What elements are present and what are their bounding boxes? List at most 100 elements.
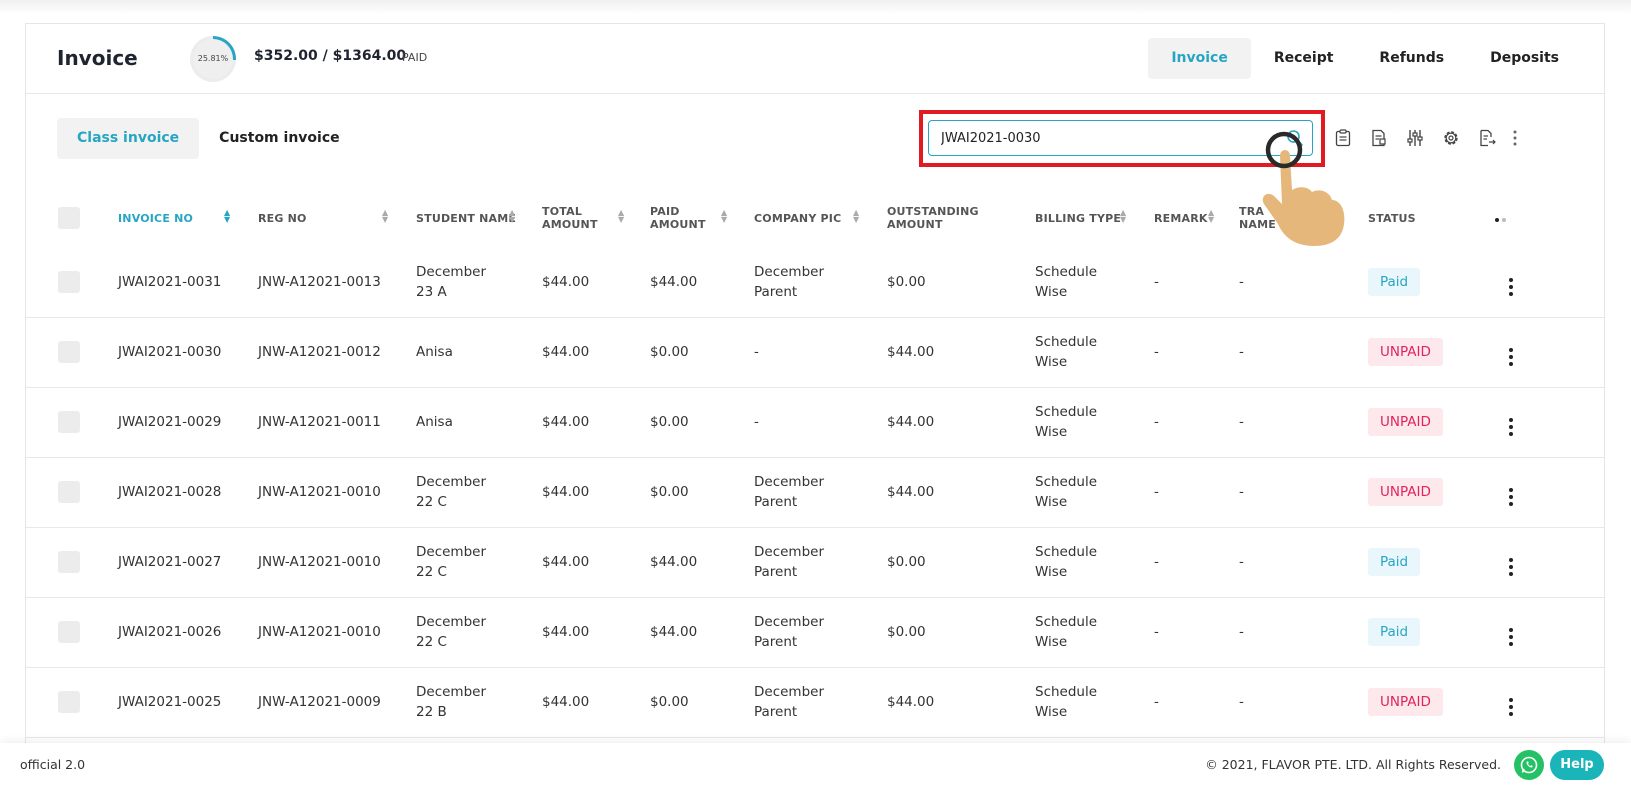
gear-icon[interactable] bbox=[1433, 126, 1469, 150]
paid-amount-summary: $352.00 / $1364.00 bbox=[254, 48, 407, 64]
invoice-no-cell[interactable]: JWAI2021-0027 bbox=[118, 527, 258, 598]
tab-deposits[interactable]: Deposits bbox=[1467, 38, 1582, 79]
sort-icon[interactable]: ▲ ▼ bbox=[721, 209, 727, 224]
billing-type-cell: Schedule Wise bbox=[1035, 317, 1154, 388]
table-row[interactable]: JWAI2021-0029 JNW-A12021-0011 Anisa $44.00 $… bbox=[26, 387, 1604, 458]
whatsapp-icon[interactable] bbox=[1514, 750, 1544, 780]
row-checkbox[interactable] bbox=[58, 270, 80, 293]
row-checkbox[interactable] bbox=[58, 691, 80, 713]
billing-type-line: Wise bbox=[1035, 494, 1068, 510]
table-row[interactable]: JWAI2021-0026 JNW-A12021-0010 December 22 C… bbox=[26, 597, 1604, 668]
row-checkbox[interactable] bbox=[58, 551, 80, 573]
page-title: Invoice bbox=[57, 46, 138, 70]
sort-icon[interactable]: ▲ ▼ bbox=[382, 209, 388, 224]
reg-no-cell: JNW-A12021-0013 bbox=[258, 247, 416, 318]
student-name-cell: Anisa bbox=[416, 387, 542, 458]
status-badge: UNPAID bbox=[1368, 688, 1443, 716]
billing-type-line: Schedule bbox=[1035, 614, 1098, 630]
copyright-text: © 2021, FLAVOR PTE. LTD. All Rights Rese… bbox=[1205, 757, 1501, 772]
report-icon[interactable] bbox=[1361, 126, 1397, 150]
more-vertical-icon[interactable] bbox=[1505, 126, 1525, 150]
company-pic-line: Parent bbox=[754, 704, 798, 720]
table-row[interactable]: JWAI2021-0027 JNW-A12021-0010 December 22 C… bbox=[26, 527, 1604, 598]
reg-no-cell: JNW-A12021-0012 bbox=[258, 317, 416, 388]
col-tra-name[interactable]: TRA NAME bbox=[1239, 189, 1368, 247]
col-invoice-no[interactable]: INVOICE NO ▲ ▼ bbox=[118, 189, 258, 247]
col-status-label: STATUS bbox=[1368, 211, 1416, 225]
select-all-checkbox[interactable] bbox=[58, 207, 80, 229]
table-row[interactable]: JWAI2021-0031 JNW-A12021-0013 December 23 A… bbox=[26, 247, 1604, 318]
row-more-icon[interactable] bbox=[1501, 488, 1521, 506]
billing-type-cell: Schedule Wise bbox=[1035, 457, 1154, 528]
company-pic-line: Parent bbox=[754, 494, 798, 510]
company-pic-cell: December Parent bbox=[754, 597, 887, 668]
tab-refunds[interactable]: Refunds bbox=[1356, 38, 1467, 79]
search-input[interactable] bbox=[941, 121, 1261, 155]
col-paid-amount-label: AMOUNT bbox=[650, 218, 706, 231]
row-more-icon[interactable] bbox=[1501, 418, 1521, 436]
row-more-icon[interactable] bbox=[1501, 277, 1521, 296]
invoice-no-cell[interactable]: JWAI2021-0025 bbox=[118, 667, 258, 738]
row-checkbox[interactable] bbox=[58, 341, 80, 363]
col-company-pic[interactable]: COMPANY PIC ▲ ▼ bbox=[754, 189, 887, 247]
col-student-name[interactable]: STUDENT NAME ▲ ▼ bbox=[416, 189, 542, 247]
sliders-icon[interactable] bbox=[1397, 126, 1433, 150]
col-paid-amount-label: PAID bbox=[650, 205, 680, 218]
billing-type-line: Schedule bbox=[1035, 544, 1098, 560]
row-select-cell bbox=[26, 247, 118, 318]
total-amount-cell: $44.00 bbox=[542, 527, 650, 598]
table-row[interactable]: JWAI2021-0025 JNW-A12021-0009 December 22 B… bbox=[26, 667, 1604, 738]
sort-icon[interactable]: ▲ ▼ bbox=[853, 209, 859, 224]
sort-icon[interactable]: ▲ ▼ bbox=[224, 209, 230, 224]
export-file-icon[interactable] bbox=[1469, 126, 1505, 150]
invoice-no-cell[interactable]: JWAI2021-0028 bbox=[118, 457, 258, 528]
col-status[interactable]: STATUS bbox=[1368, 189, 1489, 247]
invoice-no-cell[interactable]: JWAI2021-0029 bbox=[118, 387, 258, 458]
help-button[interactable]: Help bbox=[1550, 750, 1604, 780]
remark-cell: - bbox=[1154, 387, 1239, 458]
col-total-amount[interactable]: TOTAL AMOUNT ▲ ▼ bbox=[542, 189, 650, 247]
invoice-card: Invoice 25.81% $352.00 / $1364.00 PAID I… bbox=[25, 23, 1605, 743]
tra-name-cell: - bbox=[1239, 597, 1368, 668]
table-row[interactable]: JWAI2021-0030 JNW-A12021-0012 Anisa $44.00 $… bbox=[26, 317, 1604, 388]
total-amount-cell: $44.00 bbox=[542, 247, 650, 318]
row-more-icon[interactable] bbox=[1501, 348, 1521, 366]
total-amount-cell: $44.00 bbox=[542, 667, 650, 738]
invoice-no-cell[interactable]: JWAI2021-0030 bbox=[118, 317, 258, 388]
row-more-icon[interactable] bbox=[1501, 628, 1521, 646]
col-outstanding-amount[interactable]: OUTSTANDING AMOUNT bbox=[887, 189, 1035, 247]
row-checkbox[interactable] bbox=[58, 411, 80, 433]
total-amount-cell: $44.00 bbox=[542, 597, 650, 668]
invoice-no-cell[interactable]: JWAI2021-0031 bbox=[118, 247, 258, 318]
toolbar bbox=[1325, 126, 1525, 150]
row-more-icon[interactable] bbox=[1501, 558, 1521, 576]
row-checkbox[interactable] bbox=[58, 621, 80, 643]
row-more-icon[interactable] bbox=[1501, 698, 1521, 716]
col-billing-type[interactable]: BILLING TYPE ▲ ▼ bbox=[1035, 189, 1154, 247]
billing-type-line: Schedule bbox=[1035, 474, 1098, 490]
tab-invoice[interactable]: Invoice bbox=[1148, 38, 1251, 79]
invoice-no-cell[interactable]: JWAI2021-0026 bbox=[118, 597, 258, 668]
tab-receipt[interactable]: Receipt bbox=[1251, 38, 1357, 79]
sort-icon[interactable]: ▲ ▼ bbox=[618, 209, 624, 224]
billing-type-line: Schedule bbox=[1035, 263, 1098, 280]
billing-type-line: Schedule bbox=[1035, 334, 1098, 350]
col-menu[interactable] bbox=[1489, 189, 1604, 247]
outstanding-amount-cell: $44.00 bbox=[887, 457, 1035, 528]
row-checkbox[interactable] bbox=[58, 481, 80, 503]
tra-name-cell: - bbox=[1239, 247, 1368, 318]
col-reg-no[interactable]: REG NO ▲ ▼ bbox=[258, 189, 416, 247]
sort-icon[interactable]: ▲ ▼ bbox=[1120, 209, 1126, 224]
company-pic-cell: December Parent bbox=[754, 247, 887, 318]
sort-icon[interactable]: ▲ ▼ bbox=[1208, 209, 1214, 224]
column-menu-icon[interactable] bbox=[1495, 217, 1506, 222]
status-badge: Paid bbox=[1368, 618, 1421, 646]
tab-class-invoice[interactable]: Class invoice bbox=[57, 118, 200, 159]
company-pic-line: December bbox=[754, 684, 825, 700]
tab-custom-invoice[interactable]: Custom invoice bbox=[199, 118, 359, 159]
col-remark[interactable]: REMARK ▲ ▼ bbox=[1154, 189, 1239, 247]
col-paid-amount[interactable]: PAID AMOUNT ▲ ▼ bbox=[650, 189, 754, 247]
table-row[interactable]: JWAI2021-0028 JNW-A12021-0010 December 22 C… bbox=[26, 457, 1604, 528]
invoice-table-body: JWAI2021-0031 JNW-A12021-0013 December 23 A… bbox=[26, 247, 1604, 738]
sort-icon[interactable]: ▲ ▼ bbox=[509, 209, 515, 224]
